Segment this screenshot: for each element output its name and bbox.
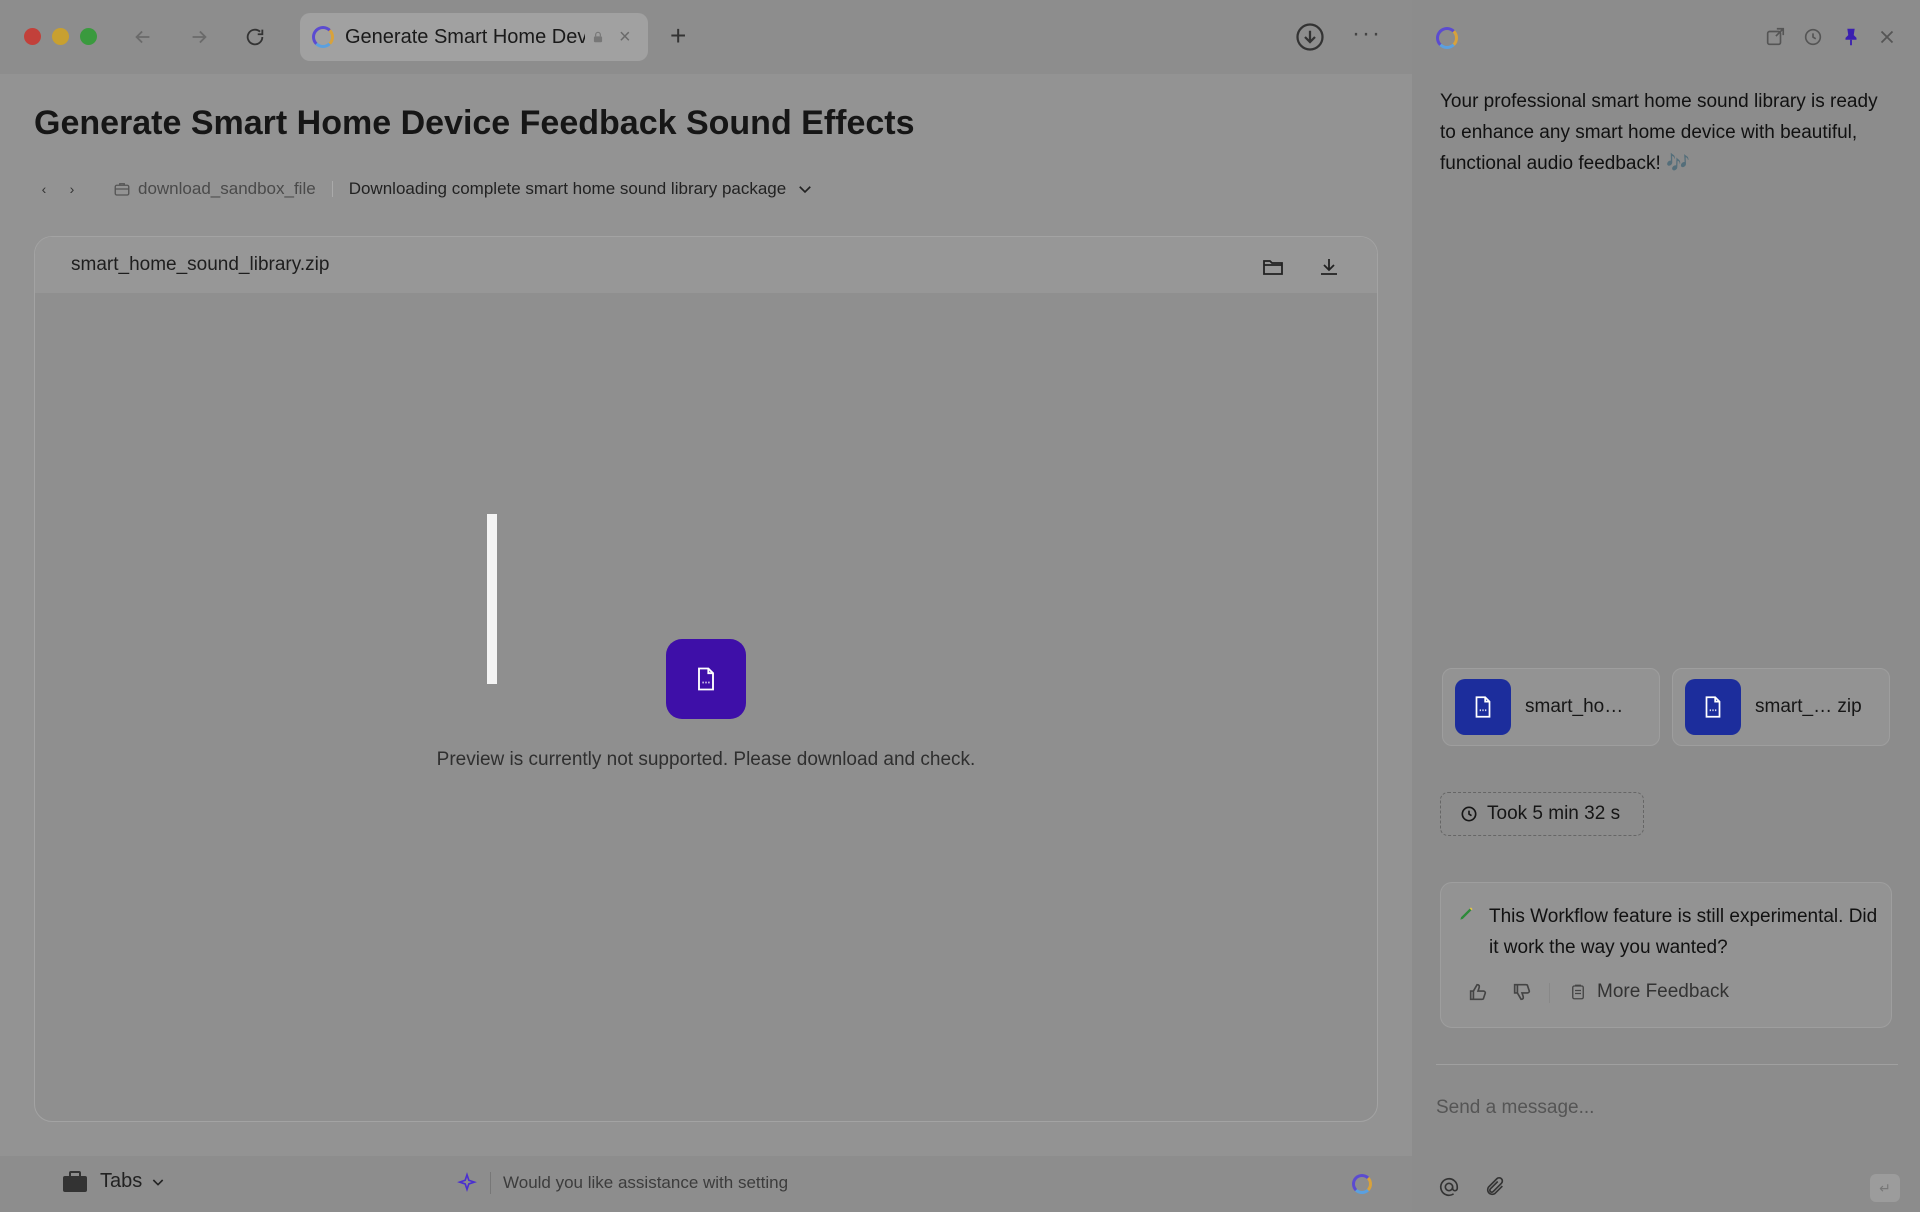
assistant-divider [490,1172,491,1194]
briefcase-icon [63,1170,87,1192]
tab-title: Generate Smart Home Dev [345,25,585,48]
new-tab-button[interactable]: + [670,22,686,50]
input-divider [1436,1064,1898,1065]
more-feedback-button[interactable]: More Feedback [1569,981,1729,1003]
browser-tab[interactable]: Generate Smart Home Dev × [300,13,648,61]
breadcrumb-description[interactable]: Downloading complete smart home sound li… [349,179,787,199]
app-logo-icon [312,26,334,48]
window-minimize-button[interactable] [52,28,69,45]
breadcrumb-tool-name: download_sandbox_file [138,179,316,198]
arrow-left-icon [135,30,150,44]
breadcrumb-divider [331,181,333,197]
mention-icon[interactable] [1438,1176,1460,1198]
feedback-divider [1549,983,1550,1003]
duration-badge: Took 5 min 32 s [1440,792,1644,836]
new-chat-icon[interactable] [1764,26,1786,48]
reload-icon [246,28,264,46]
arrow-right-icon [192,30,207,44]
lock-icon [593,31,603,43]
browser-toolbar: Generate Smart Home Dev × + ··· [0,0,1412,74]
chevron-down-icon[interactable] [796,180,814,198]
sparkle-icon [457,1172,477,1193]
toolbox-icon [114,183,130,196]
file-preview-header: smart_home_sound_library.zip [35,237,1377,293]
send-button[interactable]: ↵ [1870,1174,1900,1202]
breadcrumb: ‹ › download_sandbox_file Downloading co… [34,176,814,202]
assistant-logo-icon [1436,27,1458,49]
chevron-down-icon [153,1178,164,1186]
attachment-label: smart_… zip [1755,696,1862,717]
pin-icon[interactable] [1840,26,1862,48]
history-icon[interactable] [1802,26,1824,48]
text-cursor [487,514,497,684]
back-button[interactable] [126,20,160,54]
paperclip-icon[interactable] [1484,1176,1506,1198]
attachment-card[interactable]: smart_ho… [1442,668,1660,746]
attachment-card[interactable]: smart_… zip [1672,668,1890,746]
file-preview-panel: smart_home_sound_library.zip Preview is … [34,236,1378,1122]
download-icon[interactable] [1317,255,1341,279]
chevron-left-icon[interactable]: ‹ [34,181,54,197]
thumbs-down-icon[interactable] [1511,981,1533,1003]
tab-close-icon[interactable]: × [619,26,631,49]
assistant-logo-icon[interactable] [1352,1174,1372,1194]
document-icon [1685,679,1741,735]
assistant-prompt-text: Would you like assistance with setting [503,1173,789,1192]
browser-window: Generate Smart Home Dev × + ··· Generate… [0,0,1412,1212]
assistant-prompt[interactable]: Would you like assistance with setting [456,1172,788,1194]
preview-message: Preview is currently not supported. Plea… [436,749,976,770]
chat-panel: Your professional smart home sound libra… [1412,0,1920,1212]
clock-history-icon [1461,806,1477,822]
document-icon [1455,679,1511,735]
reload-button[interactable] [238,20,272,54]
thumbs-up-icon[interactable] [1467,981,1489,1003]
pencil-icon [1460,907,1473,920]
file-name: smart_home_sound_library.zip [71,254,330,275]
page-title: Generate Smart Home Device Feedback Soun… [34,104,915,142]
close-icon[interactable] [1876,26,1898,48]
file-type-icon [666,639,746,719]
more-options-button[interactable]: ··· [1352,20,1382,48]
clipboard-icon [1572,984,1584,1000]
tabs-button[interactable]: Tabs [62,1170,166,1193]
window-maximize-button[interactable] [80,28,97,45]
folder-icon[interactable] [1261,255,1285,279]
chevron-right-icon[interactable]: › [62,181,82,197]
attachment-label: smart_ho… [1525,696,1624,717]
tabs-label: Tabs [100,1170,143,1192]
duration-text: Took 5 min 32 s [1487,803,1621,824]
feedback-text: This Workflow feature is still experimen… [1489,906,1878,958]
feedback-card: This Workflow feature is still experimen… [1440,882,1892,1028]
forward-button[interactable] [182,20,216,54]
document-icon [698,667,714,691]
message-input[interactable] [1436,1090,1898,1126]
assistant-message: Your professional smart home sound libra… [1440,91,1878,174]
downloads-icon[interactable] [1295,22,1325,52]
window-close-button[interactable] [24,28,41,45]
bottom-bar: Tabs Would you like assistance with sett… [0,1156,1412,1212]
more-feedback-label: More Feedback [1597,981,1730,1002]
